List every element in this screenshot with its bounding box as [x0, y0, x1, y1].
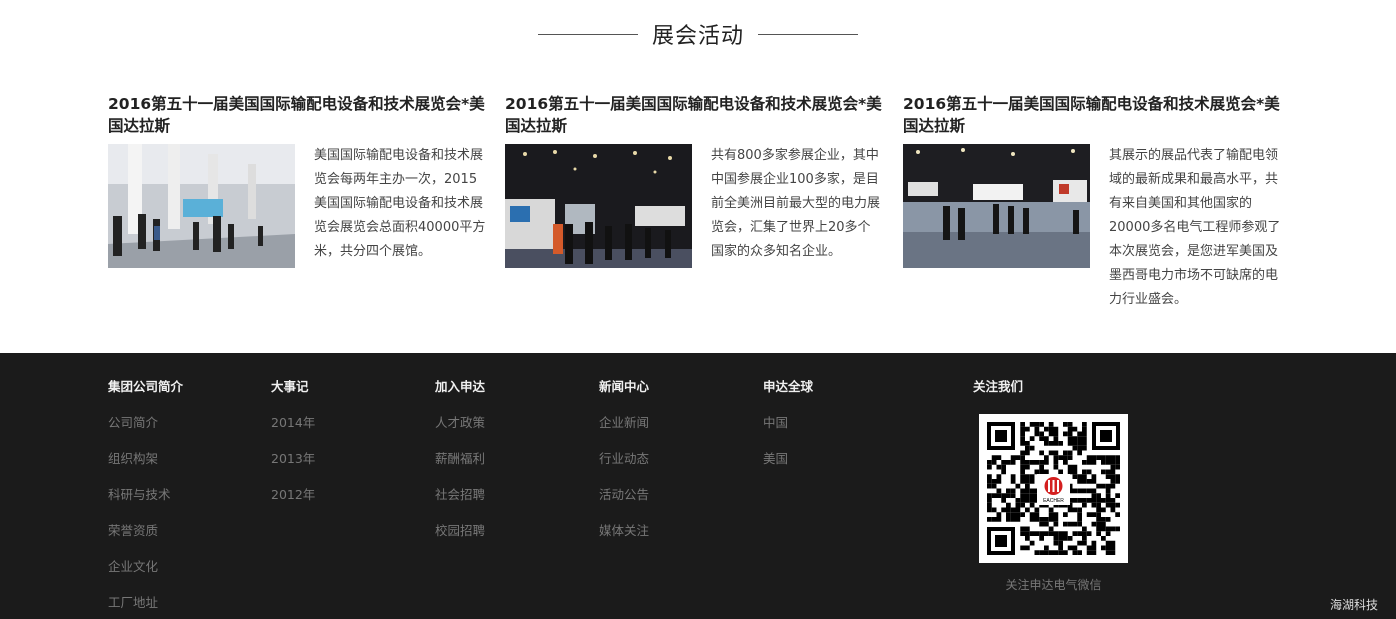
footer-link[interactable]: 薪酬福利 — [435, 450, 485, 486]
footer-link[interactable]: 工厂地址 — [108, 594, 183, 619]
brand-watermark: 海湖科技 — [1329, 598, 1378, 612]
event-card[interactable]: 2016第五十一届美国国际输配电设备和技术展览会*美国达拉斯 — [108, 93, 486, 324]
qr-logo-text: EACHER — [1043, 498, 1064, 504]
qr-caption: 关注申达电气微信 — [1005, 578, 1102, 592]
event-card[interactable]: 2016第五十一届美国国际输配电设备和技术展览会*美国达拉斯 — [505, 93, 883, 324]
footer-link[interactable]: 2012年 — [271, 486, 315, 522]
event-title[interactable]: 2016第五十一届美国国际输配电设备和技术展览会*美国达拉斯 — [903, 93, 1281, 137]
footer-col-title[interactable]: 新闻中心 — [599, 378, 649, 396]
event-title[interactable]: 2016第五十一届美国国际输配电设备和技术展览会*美国达拉斯 — [108, 93, 486, 137]
event-body: 其展示的展品代表了输配电领域的最新成果和最高水平，共有来自美国和其他国家的200… — [903, 144, 1281, 324]
footer-col-milestones: 大事记 2014年 2013年 2012年 — [271, 378, 315, 522]
footer-link[interactable]: 公司简介 — [108, 414, 183, 450]
event-description: 其展示的展品代表了输配电领域的最新成果和最高水平，共有来自美国和其他国家的200… — [1109, 148, 1281, 307]
wechat-qr-code: EACHER — [979, 414, 1128, 563]
footer-col-title[interactable]: 加入申达 — [435, 378, 485, 396]
heading-left-rule — [537, 33, 638, 35]
footer-link[interactable]: 荣誉资质 — [108, 522, 183, 558]
footer-link[interactable]: 科研与技术 — [108, 486, 183, 522]
event-body: 美国国际输配电设备和技术展览会每两年主办一次，2015美国国际输配电设备和技术展… — [108, 144, 486, 324]
event-photo[interactable] — [108, 144, 295, 268]
footer-link[interactable]: 企业文化 — [108, 558, 183, 594]
footer-col-global: 申达全球 中国 美国 — [763, 378, 813, 486]
section-title: 展会活动 — [651, 24, 744, 49]
footer-col-join: 加入申达 人才政策 薪酬福利 社会招聘 校园招聘 — [435, 378, 485, 558]
footer-link[interactable]: 媒体关注 — [599, 522, 649, 558]
footer-col-news: 新闻中心 企业新闻 行业动态 活动公告 媒体关注 — [599, 378, 649, 558]
event-description: 美国国际输配电设备和技术展览会每两年主办一次，2015美国国际输配电设备和技术展… — [314, 148, 486, 259]
footer-col-title[interactable]: 大事记 — [271, 378, 315, 396]
footer-link[interactable]: 活动公告 — [599, 486, 649, 522]
footer-col-title[interactable]: 申达全球 — [763, 378, 813, 396]
event-card[interactable]: 2016第五十一届美国国际输配电设备和技术展览会*美国达拉斯 — [903, 93, 1281, 324]
footer-link[interactable]: 人才政策 — [435, 414, 485, 450]
footer-link[interactable]: 企业新闻 — [599, 414, 649, 450]
event-photo[interactable] — [505, 144, 692, 268]
footer-col-company: 集团公司简介 公司简介 组织构架 科研与技术 荣誉资质 企业文化 工厂地址 — [108, 378, 183, 619]
event-photo[interactable] — [903, 144, 1090, 268]
footer-link[interactable]: 美国 — [763, 450, 813, 486]
footer-link[interactable]: 组织构架 — [108, 450, 183, 486]
follow-title: 关注我们 — [973, 379, 1024, 394]
footer-link[interactable]: 中国 — [763, 414, 813, 450]
heading-right-rule — [758, 33, 858, 35]
footer-link[interactable]: 社会招聘 — [435, 486, 485, 522]
footer-link[interactable]: 2014年 — [271, 414, 315, 450]
event-title[interactable]: 2016第五十一届美国国际输配电设备和技术展览会*美国达拉斯 — [505, 93, 883, 137]
footer-col-follow: 关注我们 — [973, 378, 1023, 396]
site-footer: 集团公司简介 公司简介 组织构架 科研与技术 荣誉资质 企业文化 工厂地址 大事… — [0, 353, 1396, 619]
event-list: 2016第五十一届美国国际输配电设备和技术展览会*美国达拉斯 美国国际输配电设备… — [108, 93, 1288, 323]
qr-icon: EACHER — [987, 422, 1120, 555]
footer-col-title[interactable]: 集团公司简介 — [108, 378, 183, 396]
event-body: 共有800多家参展企业，其中中国参展企业100多家，是目前全美洲目前最大型的电力… — [505, 144, 883, 324]
footer-link[interactable]: 校园招聘 — [435, 522, 485, 558]
section-heading: 展会活动 — [0, 18, 1396, 50]
event-description: 共有800多家参展企业，其中中国参展企业100多家，是目前全美洲目前最大型的电力… — [711, 148, 881, 259]
footer-link[interactable]: 2013年 — [271, 450, 315, 486]
footer-link[interactable]: 行业动态 — [599, 450, 649, 486]
